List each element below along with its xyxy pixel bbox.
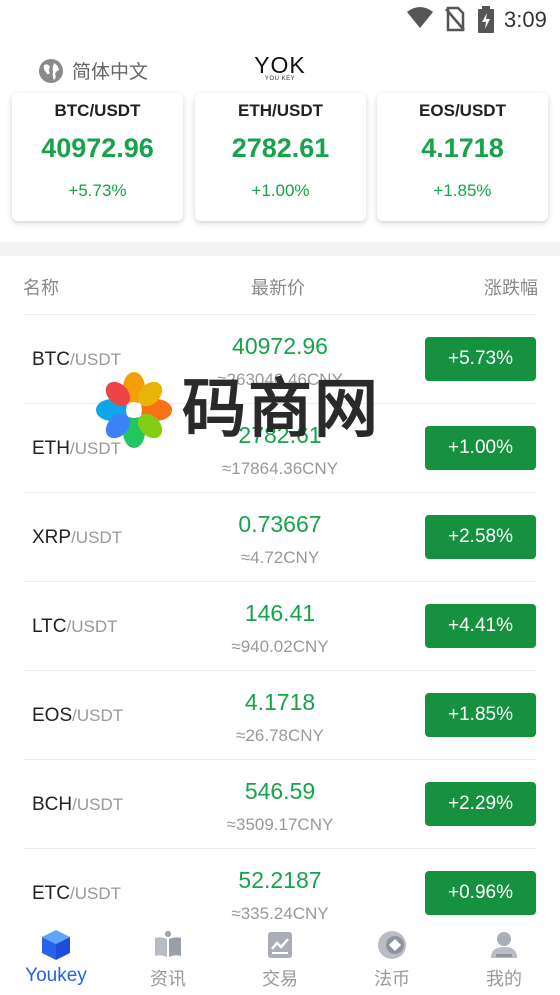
ticker-pair: ETH/USDT [238,101,323,120]
nav-item-profile[interactable]: 我的 [448,922,560,995]
column-header-change: 涨跌幅 [484,278,538,299]
nav-label: 法币 [374,969,410,990]
nav-label: Youkey [25,965,87,986]
flower-logo-icon [96,372,172,448]
cny-value: ≈3509.17CNY [226,815,334,834]
market-symbol: XRP/USDT [32,527,122,549]
ticker-pair: BTC/USDT [54,101,141,120]
nav-label: 资讯 [150,969,186,990]
ticker-price: 2782.61 [231,133,330,163]
ticker-price: 4.1718 [421,133,504,163]
language-label: 简体中文 [72,61,149,83]
cny-value: ≈17864.36CNY [221,459,339,478]
base-symbol: BCH [32,794,73,815]
change-badge[interactable]: +1.00% [425,426,536,470]
ticker-change: +5.73% [68,181,127,200]
cny-value: ≈335.24CNY [231,904,329,923]
ticker-change: +1.00% [251,181,310,200]
watermark: 码商网 [94,370,394,450]
nav-item-trade[interactable]: 交易 [224,922,336,995]
app-logo: YOK YOU KEY [245,52,315,83]
coin-icon [378,931,406,959]
chart-icon [268,932,292,958]
logo-text: YOK [254,52,306,78]
base-symbol: ETC [32,883,70,904]
status-time: 3:09 [504,7,547,32]
ticker-card-eos[interactable]: EOS/USDT 4.1718 +1.85% [377,93,548,221]
quote-symbol: /USDT [66,617,118,636]
book-icon [155,931,181,957]
market-symbol: EOS/USDT [32,705,123,727]
status-bar: 3:09 [0,0,560,40]
quote-symbol: /USDT [72,795,124,814]
market-symbol: LTC/USDT [32,616,117,638]
column-header-price: 最新价 [251,278,305,299]
base-symbol: LTC [32,616,67,637]
nav-item-news[interactable]: 资讯 [112,922,224,995]
change-badge[interactable]: +2.58% [425,515,536,559]
globe-icon [39,58,63,83]
cny-value: ≈26.78CNY [236,726,324,745]
quote-symbol: /USDT [70,884,121,903]
nav-label: 交易 [262,969,298,990]
base-symbol: EOS [32,705,73,726]
user-icon [491,932,517,958]
nav-item-fiat[interactable]: 法币 [336,922,448,995]
last-price: 52.2187 [238,867,322,893]
market-symbol: ETC/USDT [32,883,121,905]
ticker-cards: BTC/USDT 40972.96 +5.73% ETH/USDT 2782.6… [0,93,560,233]
last-price: 0.73667 [238,511,322,537]
quote-symbol: /USDT [71,528,123,547]
ticker-change: +1.85% [433,181,492,200]
change-badge[interactable]: +0.96% [425,871,536,915]
nav-label: 我的 [486,969,522,990]
change-badge[interactable]: +2.29% [425,782,536,826]
change-badge[interactable]: +4.41% [425,604,536,648]
wifi-icon [407,7,433,28]
battery-charging-icon [478,6,494,33]
last-price: 4.1718 [244,689,316,715]
cny-value: ≈940.02CNY [231,637,329,656]
base-symbol: XRP [32,527,72,548]
base-symbol: BTC [32,349,70,370]
no-sim-icon [445,6,465,32]
nav-item-youkey[interactable]: Youkey [0,922,112,995]
change-badge[interactable]: +5.73% [425,337,536,381]
column-header-name: 名称 [23,278,59,299]
language-selector[interactable]: 简体中文 [38,57,148,84]
ticker-pair: EOS/USDT [419,101,506,120]
quote-symbol: /USDT [72,706,124,725]
market-row-xrp[interactable]: XRP/USDT 0.73667 ≈4.72CNY +2.58% [24,492,536,581]
section-divider [0,242,560,256]
market-row-eos[interactable]: EOS/USDT 4.1718 ≈26.78CNY +1.85% [24,670,536,759]
cube-icon [42,930,70,960]
change-badge[interactable]: +1.85% [425,693,536,737]
base-symbol: ETH [32,438,70,459]
market-row-bch[interactable]: BCH/USDT 546.59 ≈3509.17CNY +2.29% [24,759,536,848]
last-price: 40972.96 [232,333,328,359]
market-symbol: BTC/USDT [32,349,121,371]
last-price: 546.59 [244,778,316,804]
market-symbol: BCH/USDT [32,794,123,816]
market-table-header: 名称 最新价 涨跌幅 [0,256,560,314]
last-price: 146.41 [244,600,316,626]
bottom-nav: Youkey 资讯 交易 法币 我的 [0,922,560,995]
watermark-text: 码商网 [182,373,380,447]
ticker-card-eth[interactable]: ETH/USDT 2782.61 +1.00% [195,93,366,221]
market-row-ltc[interactable]: LTC/USDT 146.41 ≈940.02CNY +4.41% [24,581,536,670]
cny-value: ≈4.72CNY [240,548,320,567]
ticker-price: 40972.96 [41,133,154,163]
ticker-card-btc[interactable]: BTC/USDT 40972.96 +5.73% [12,93,183,221]
quote-symbol: /USDT [70,350,121,369]
